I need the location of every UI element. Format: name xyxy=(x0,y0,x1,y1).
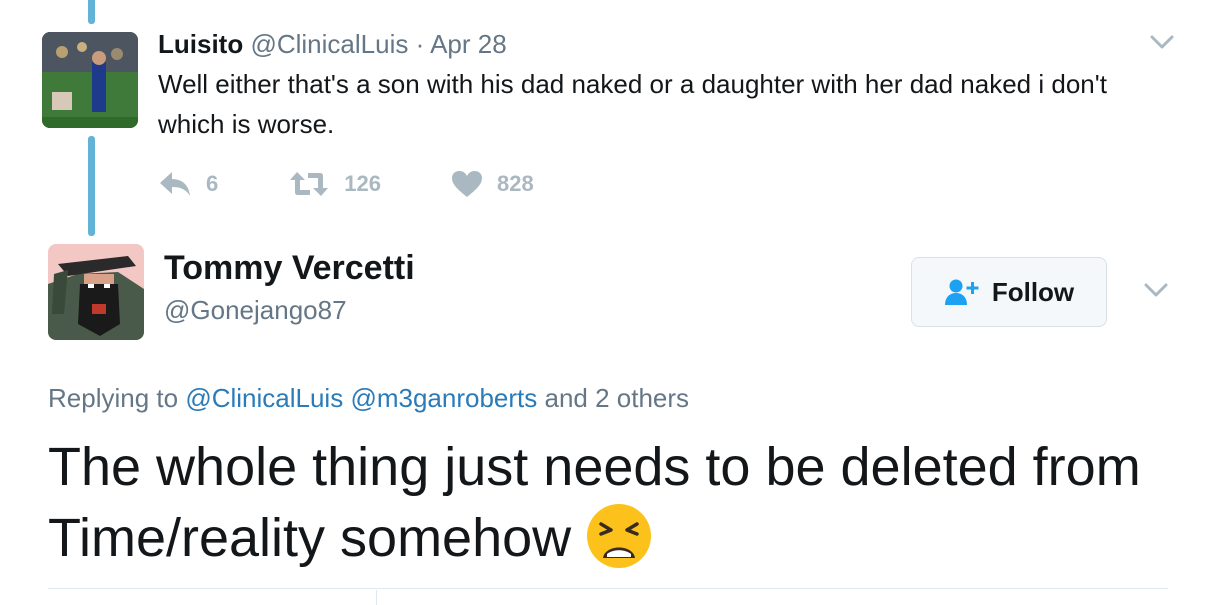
follow-button[interactable]: Follow xyxy=(911,257,1107,327)
parent-author-handle[interactable]: @ClinicalLuis xyxy=(250,29,408,59)
retweet-action[interactable]: 126 xyxy=(288,170,381,198)
main-author-name[interactable]: Tommy Vercetti xyxy=(164,248,415,288)
divider xyxy=(48,588,1168,589)
parent-tweet-text: Well either that's a son with his dad na… xyxy=(158,69,1107,139)
replying-others[interactable]: and 2 others xyxy=(545,383,690,413)
parent-tweet-actions: 6 126 828 xyxy=(158,166,604,202)
reply-icon xyxy=(160,172,190,196)
parent-more-chevron-down-icon[interactable] xyxy=(1148,28,1176,56)
mention-link[interactable]: @m3ganroberts xyxy=(350,383,537,413)
retweet-count: 126 xyxy=(344,171,381,196)
main-more-chevron-down-icon[interactable] xyxy=(1142,276,1170,304)
retweet-icon xyxy=(290,172,329,196)
replying-to: Replying to @ClinicalLuis @m3ganroberts … xyxy=(48,380,689,416)
parent-tweet-date[interactable]: Apr 28 xyxy=(430,29,507,59)
like-action[interactable]: 828 xyxy=(451,170,534,198)
tired-face-emoji-icon xyxy=(585,502,653,570)
reply-action[interactable]: 6 xyxy=(158,170,218,198)
parent-author-name[interactable]: Luisito xyxy=(158,29,243,59)
main-author-handle[interactable]: @Gonejango87 xyxy=(164,292,347,328)
follow-label: Follow xyxy=(991,276,1075,307)
replying-prefix: Replying to xyxy=(48,383,179,413)
heart-icon xyxy=(451,171,482,197)
stats-separator xyxy=(376,590,377,605)
parent-avatar[interactable] xyxy=(42,32,138,128)
thread-line xyxy=(88,136,95,236)
main-tweet-text: The whole thing just needs to be deleted… xyxy=(48,432,1198,573)
add-user-icon xyxy=(944,279,979,305)
parent-tweet-header: Luisito @ClinicalLuis · Apr 28 xyxy=(158,28,507,60)
reply-count: 6 xyxy=(206,171,219,196)
header-separator: · xyxy=(415,29,425,59)
mention-link[interactable]: @ClinicalLuis xyxy=(185,383,343,413)
like-count: 828 xyxy=(496,171,534,196)
tweet-page: Luisito @ClinicalLuis · Apr 28 Well eith… xyxy=(0,0,1231,605)
thread-line xyxy=(88,0,95,24)
main-avatar[interactable] xyxy=(48,244,144,340)
